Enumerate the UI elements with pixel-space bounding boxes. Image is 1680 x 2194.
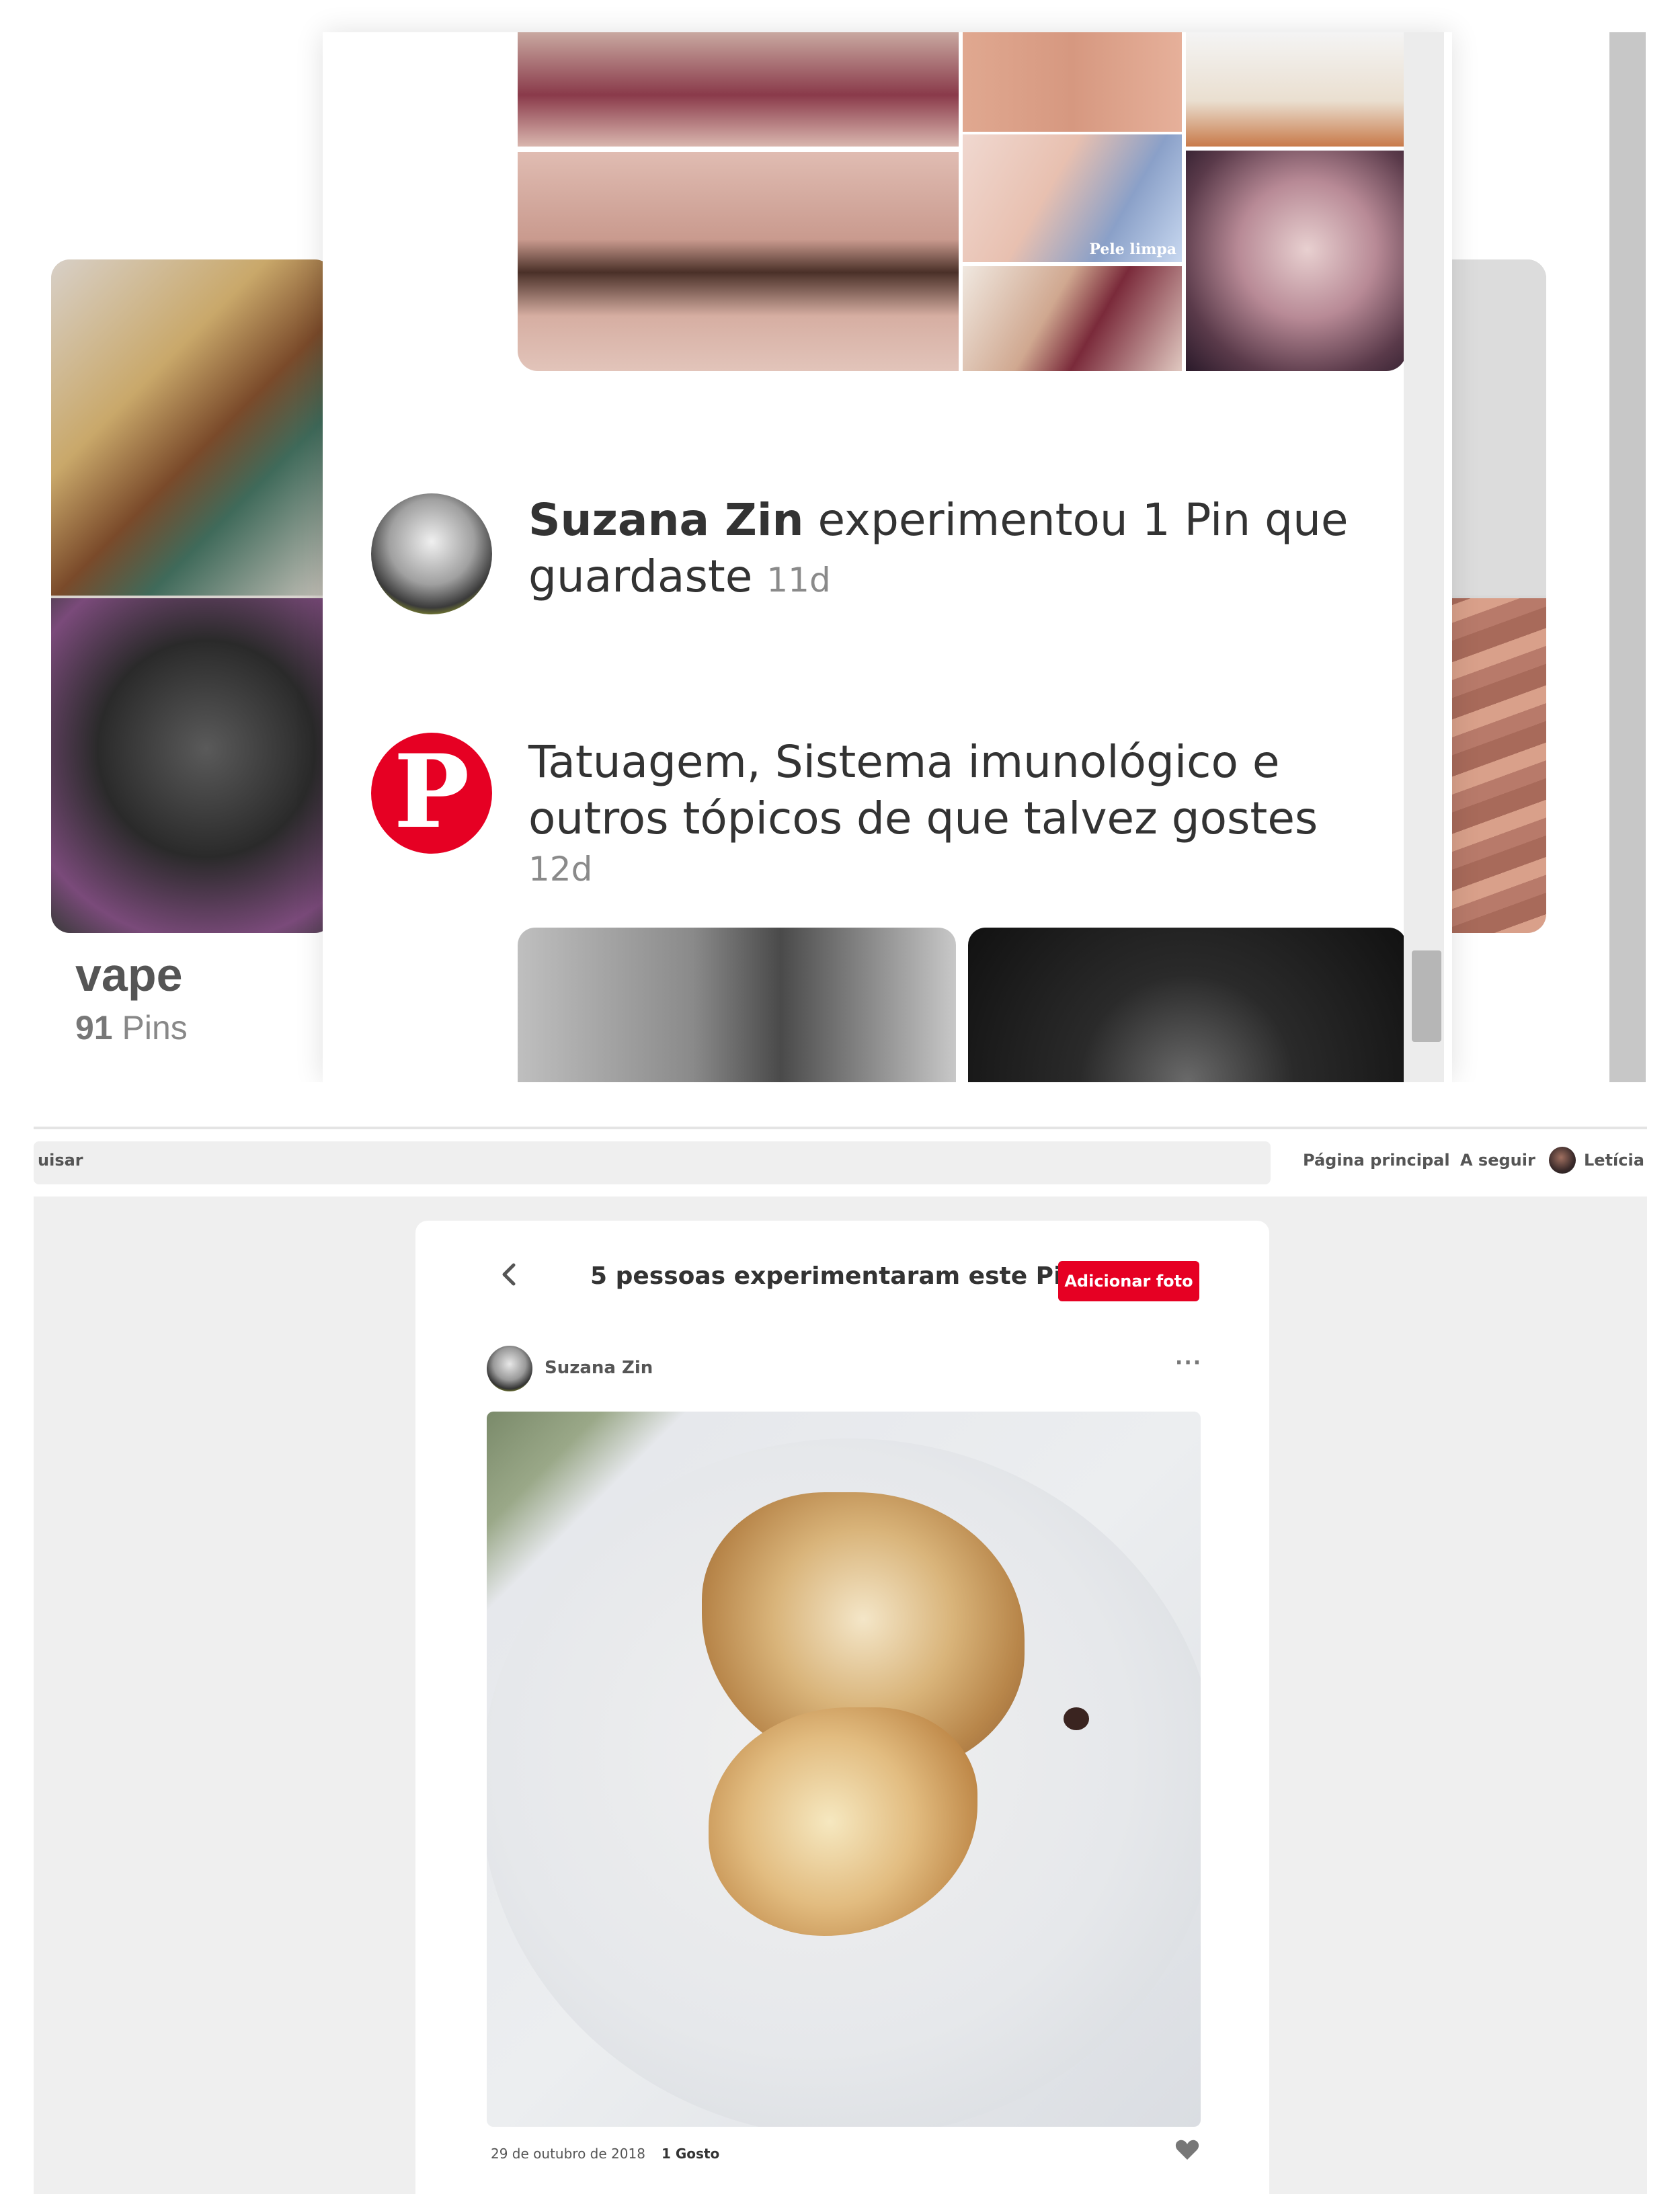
pin-tried-page: uisar Página principal A seguir Letícia … (0, 1109, 1680, 2194)
board-cover-vape[interactable] (51, 259, 333, 933)
post-author-name[interactable]: Suzana Zin (545, 1358, 653, 1378)
notification-user-name: Suzana Zin (528, 494, 804, 546)
tried-pin-photo[interactable] (487, 1412, 1201, 2127)
topic-image-tattoo[interactable] (518, 928, 956, 1082)
notifications-scrollbar-thumb[interactable] (1412, 950, 1441, 1042)
pin-image-clean-skin[interactable]: Pele limpa (963, 134, 1182, 262)
user-avatar[interactable] (1549, 1147, 1576, 1174)
board-pin-count-number: 91 (75, 1009, 113, 1047)
pin-image-dark-lips[interactable] (1186, 151, 1406, 371)
header-divider (34, 1127, 1647, 1129)
page-scrollbar[interactable] (1609, 32, 1646, 1082)
saved-pins-image-grid[interactable]: Pele limpa (518, 32, 1406, 371)
board-pin-count: 91 Pins (75, 1008, 188, 1047)
notification-avatar-suzana[interactable] (371, 493, 492, 614)
heart-icon[interactable] (1174, 2136, 1201, 2163)
board-pin-count-label: Pins (122, 1009, 188, 1047)
add-photo-button[interactable]: Adicionar foto (1058, 1261, 1199, 1301)
tried-pin-card: 5 pessoas experimentaram este Pin Adicio… (415, 1221, 1269, 2194)
notification-topics[interactable]: Tatuagem, Sistema imunológico e outros t… (528, 734, 1355, 891)
search-input[interactable] (34, 1141, 1271, 1184)
food-detail (1064, 1707, 1089, 1730)
board-cover-image-2 (51, 598, 333, 933)
notifications-scrollbar[interactable] (1404, 32, 1444, 1082)
pin-image-skin[interactable] (963, 32, 1182, 132)
notification-text: Tatuagem, Sistema imunológico e outros t… (528, 736, 1318, 844)
notification-time: 12d (528, 850, 593, 889)
nav-home-link[interactable]: Página principal (1303, 1151, 1450, 1170)
avatar[interactable] (487, 1346, 532, 1391)
pin-image-makeup-face[interactable] (963, 266, 1182, 371)
pin-image-label: Pele limpa (1089, 241, 1176, 258)
notification-tried-pin[interactable]: Suzana Zin experimentou 1 Pin que guarda… (528, 492, 1355, 608)
notification-time: 11d (766, 561, 831, 600)
pin-image-eye-makeup[interactable] (518, 32, 959, 147)
pin-image-products[interactable] (1186, 32, 1406, 147)
board-cover-image-1 (51, 259, 333, 596)
topic-images[interactable] (518, 928, 1406, 1082)
topic-image-immune[interactable] (968, 928, 1406, 1082)
post-date: 29 de outubro de 2018 (491, 2146, 645, 2162)
back-arrow-icon[interactable] (496, 1261, 523, 1288)
more-options-icon[interactable]: ··· (1175, 1351, 1202, 1375)
pin-image-eyebrow[interactable] (518, 152, 959, 371)
pinterest-logo-icon: P (371, 733, 492, 854)
board-title[interactable]: vape (75, 948, 183, 1002)
page-title: 5 pessoas experimentaram este Pin (590, 1262, 1080, 1290)
search-placeholder: uisar (38, 1151, 83, 1170)
nav-following-link[interactable]: A seguir (1460, 1151, 1535, 1170)
nav-user-link[interactable]: Letícia (1584, 1151, 1644, 1170)
notification-zoom-screenshot: vape 91 Pins Pele limpa Suzana Zin exper… (0, 0, 1680, 1082)
post-likes[interactable]: 1 Gosto (662, 2146, 719, 2162)
